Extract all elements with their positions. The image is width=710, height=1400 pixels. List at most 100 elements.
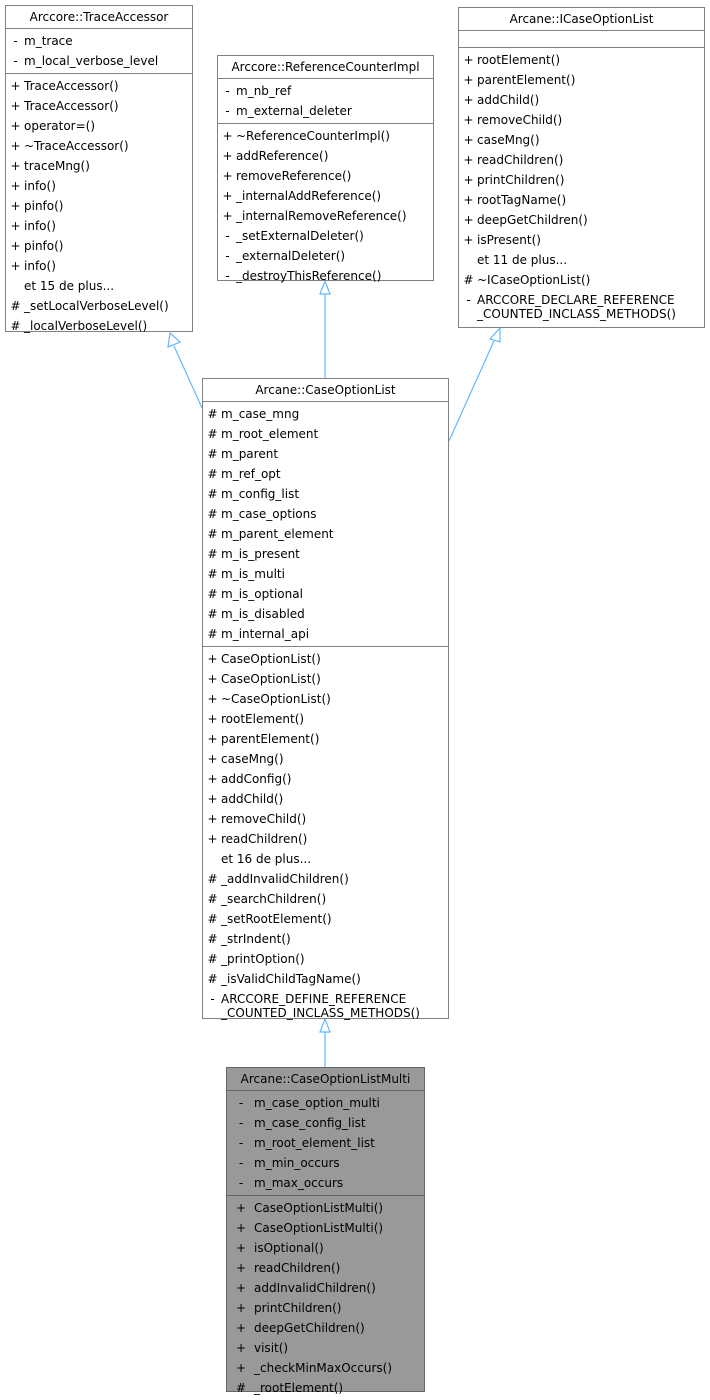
attribute-row[interactable]: - m_case_config_list — [227, 1113, 424, 1133]
method-row[interactable]: + addChild() — [203, 789, 448, 809]
member-name: TraceAccessor() — [24, 79, 119, 93]
attribute-row[interactable]: # m_case_mng — [203, 404, 448, 424]
method-row[interactable]: + info() — [6, 176, 192, 196]
method-row[interactable]: + CaseOptionListMulti() — [227, 1218, 424, 1238]
method-row[interactable]: + ~TraceAccessor() — [6, 136, 192, 156]
method-row[interactable]: + pinfo() — [6, 236, 192, 256]
method-row[interactable]: + deepGetChildren() — [227, 1318, 424, 1338]
method-row[interactable]: # _rootElement() — [227, 1378, 424, 1398]
class-title[interactable]: Arcane::ICaseOptionList — [459, 8, 704, 31]
attribute-row[interactable]: - m_local_verbose_level — [6, 51, 192, 71]
method-row[interactable]: + readChildren() — [203, 829, 448, 849]
method-row[interactable]: # _isValidChildTagName() — [203, 969, 448, 989]
method-row[interactable]: + info() — [6, 216, 192, 236]
method-row[interactable]: + addInvalidChildren() — [227, 1278, 424, 1298]
method-row[interactable]: + deepGetChildren() — [459, 210, 704, 230]
attribute-row[interactable]: - m_trace — [6, 31, 192, 51]
method-row[interactable]: + rootTagName() — [459, 190, 704, 210]
attribute-row[interactable]: # m_internal_api — [203, 624, 448, 644]
method-row[interactable]: + info() — [6, 256, 192, 276]
method-row[interactable]: + _internalAddReference() — [218, 186, 433, 206]
method-row[interactable]: + ~CaseOptionList() — [203, 689, 448, 709]
attribute-row[interactable]: # m_case_options — [203, 504, 448, 524]
method-row[interactable]: + removeChild() — [203, 809, 448, 829]
method-row[interactable]: + isOptional() — [227, 1238, 424, 1258]
attribute-row[interactable]: # m_ref_opt — [203, 464, 448, 484]
method-row[interactable]: + CaseOptionList() — [203, 669, 448, 689]
method-row[interactable]: + removeReference() — [218, 166, 433, 186]
class-title[interactable]: Arcane::CaseOptionList — [203, 379, 448, 402]
visibility-marker: + — [207, 652, 218, 666]
method-row[interactable]: # _localVerboseLevel() — [6, 316, 192, 336]
method-row[interactable]: + CaseOptionListMulti() — [227, 1198, 424, 1218]
method-row[interactable]: + TraceAccessor() — [6, 76, 192, 96]
method-row[interactable]: + _internalRemoveReference() — [218, 206, 433, 226]
class-title[interactable]: Arcane::CaseOptionListMulti — [227, 1068, 424, 1091]
method-row[interactable]: - ARCCORE_DECLARE_REFERENCE _COUNTED_INCL… — [459, 290, 704, 324]
method-row[interactable]: + caseMng() — [459, 130, 704, 150]
class-case-option-list[interactable]: Arcane::CaseOptionList # m_case_mng # m_root… — [202, 378, 449, 1020]
method-row[interactable]: + CaseOptionList() — [203, 649, 448, 669]
class-title[interactable]: Arccore::ReferenceCounterImpl — [218, 56, 433, 79]
attribute-row[interactable]: # m_parent_element — [203, 524, 448, 544]
more-members-row[interactable]: et 16 de plus... — [203, 849, 448, 869]
attribute-row[interactable]: - m_min_occurs — [227, 1153, 424, 1173]
method-row[interactable]: + isPresent() — [459, 230, 704, 250]
method-row[interactable]: + TraceAccessor() — [6, 96, 192, 116]
attribute-row[interactable]: - m_case_option_multi — [227, 1093, 424, 1113]
method-row[interactable]: + _checkMinMaxOccurs() — [227, 1358, 424, 1378]
method-row[interactable]: - _externalDeleter() — [218, 246, 433, 266]
member-name: printChildren() — [254, 1301, 342, 1315]
member-name: _setExternalDeleter() — [236, 229, 364, 243]
method-row[interactable]: + addConfig() — [203, 769, 448, 789]
method-row[interactable]: # ~ICaseOptionList() — [459, 270, 704, 290]
visibility-marker: # — [207, 872, 218, 886]
method-row[interactable]: - _setExternalDeleter() — [218, 226, 433, 246]
method-row[interactable]: + removeChild() — [459, 110, 704, 130]
method-row[interactable]: + printChildren() — [459, 170, 704, 190]
attribute-row[interactable]: # m_parent — [203, 444, 448, 464]
attribute-row[interactable]: - m_external_deleter — [218, 101, 433, 121]
method-row[interactable]: # _printOption() — [203, 949, 448, 969]
method-row[interactable]: + caseMng() — [203, 749, 448, 769]
attribute-row[interactable]: # m_config_list — [203, 484, 448, 504]
class-icase-option-list[interactable]: Arcane::ICaseOptionList+ rootElement() + pa… — [458, 7, 705, 328]
method-row[interactable]: + rootElement() — [203, 709, 448, 729]
attribute-row[interactable]: # m_is_optional — [203, 584, 448, 604]
method-row[interactable]: - ARCCORE_DEFINE_REFERENCE _COUNTED_INCLA… — [203, 989, 448, 1023]
class-trace-accessor[interactable]: Arccore::TraceAccessor - m_trace - m_local_v… — [5, 5, 193, 333]
visibility-marker: + — [10, 199, 21, 213]
attribute-row[interactable]: - m_max_occurs — [227, 1173, 424, 1193]
method-row[interactable]: # _setLocalVerboseLevel() — [6, 296, 192, 316]
method-row[interactable]: + ~ReferenceCounterImpl() — [218, 126, 433, 146]
attribute-row[interactable]: # m_is_multi — [203, 564, 448, 584]
method-row[interactable]: + visit() — [227, 1338, 424, 1358]
method-row[interactable]: # _setRootElement() — [203, 909, 448, 929]
more-members-row[interactable]: et 11 de plus... — [459, 250, 704, 270]
attribute-row[interactable]: - m_root_element_list — [227, 1133, 424, 1153]
class-title[interactable]: Arccore::TraceAccessor — [6, 6, 192, 29]
more-members-row[interactable]: et 15 de plus... — [6, 276, 192, 296]
attribute-row[interactable]: - m_nb_ref — [218, 81, 433, 101]
method-row[interactable]: # _searchChildren() — [203, 889, 448, 909]
method-row[interactable]: + parentElement() — [459, 70, 704, 90]
method-row[interactable]: + rootElement() — [459, 50, 704, 70]
method-row[interactable]: + readChildren() — [459, 150, 704, 170]
method-row[interactable]: + pinfo() — [6, 196, 192, 216]
method-row[interactable]: + traceMng() — [6, 156, 192, 176]
visibility-marker: + — [10, 219, 21, 233]
method-row[interactable]: + readChildren() — [227, 1258, 424, 1278]
class-case-option-list-multi[interactable]: Arcane::CaseOptionListMulti - m_case_optio… — [226, 1067, 425, 1395]
attribute-row[interactable]: # m_root_element — [203, 424, 448, 444]
method-row[interactable]: + addReference() — [218, 146, 433, 166]
method-row[interactable]: + printChildren() — [227, 1298, 424, 1318]
method-row[interactable]: + addChild() — [459, 90, 704, 110]
attribute-row[interactable]: # m_is_disabled — [203, 604, 448, 624]
method-row[interactable]: + parentElement() — [203, 729, 448, 749]
attribute-row[interactable]: # m_is_present — [203, 544, 448, 564]
method-row[interactable]: + operator=() — [6, 116, 192, 136]
method-row[interactable]: # _addInvalidChildren() — [203, 869, 448, 889]
method-row[interactable]: - _destroyThisReference() — [218, 266, 433, 286]
method-row[interactable]: # _strIndent() — [203, 929, 448, 949]
class-reference-counter-impl[interactable]: Arccore::ReferenceCounterImpl - m_nb_ref - m… — [217, 55, 434, 283]
